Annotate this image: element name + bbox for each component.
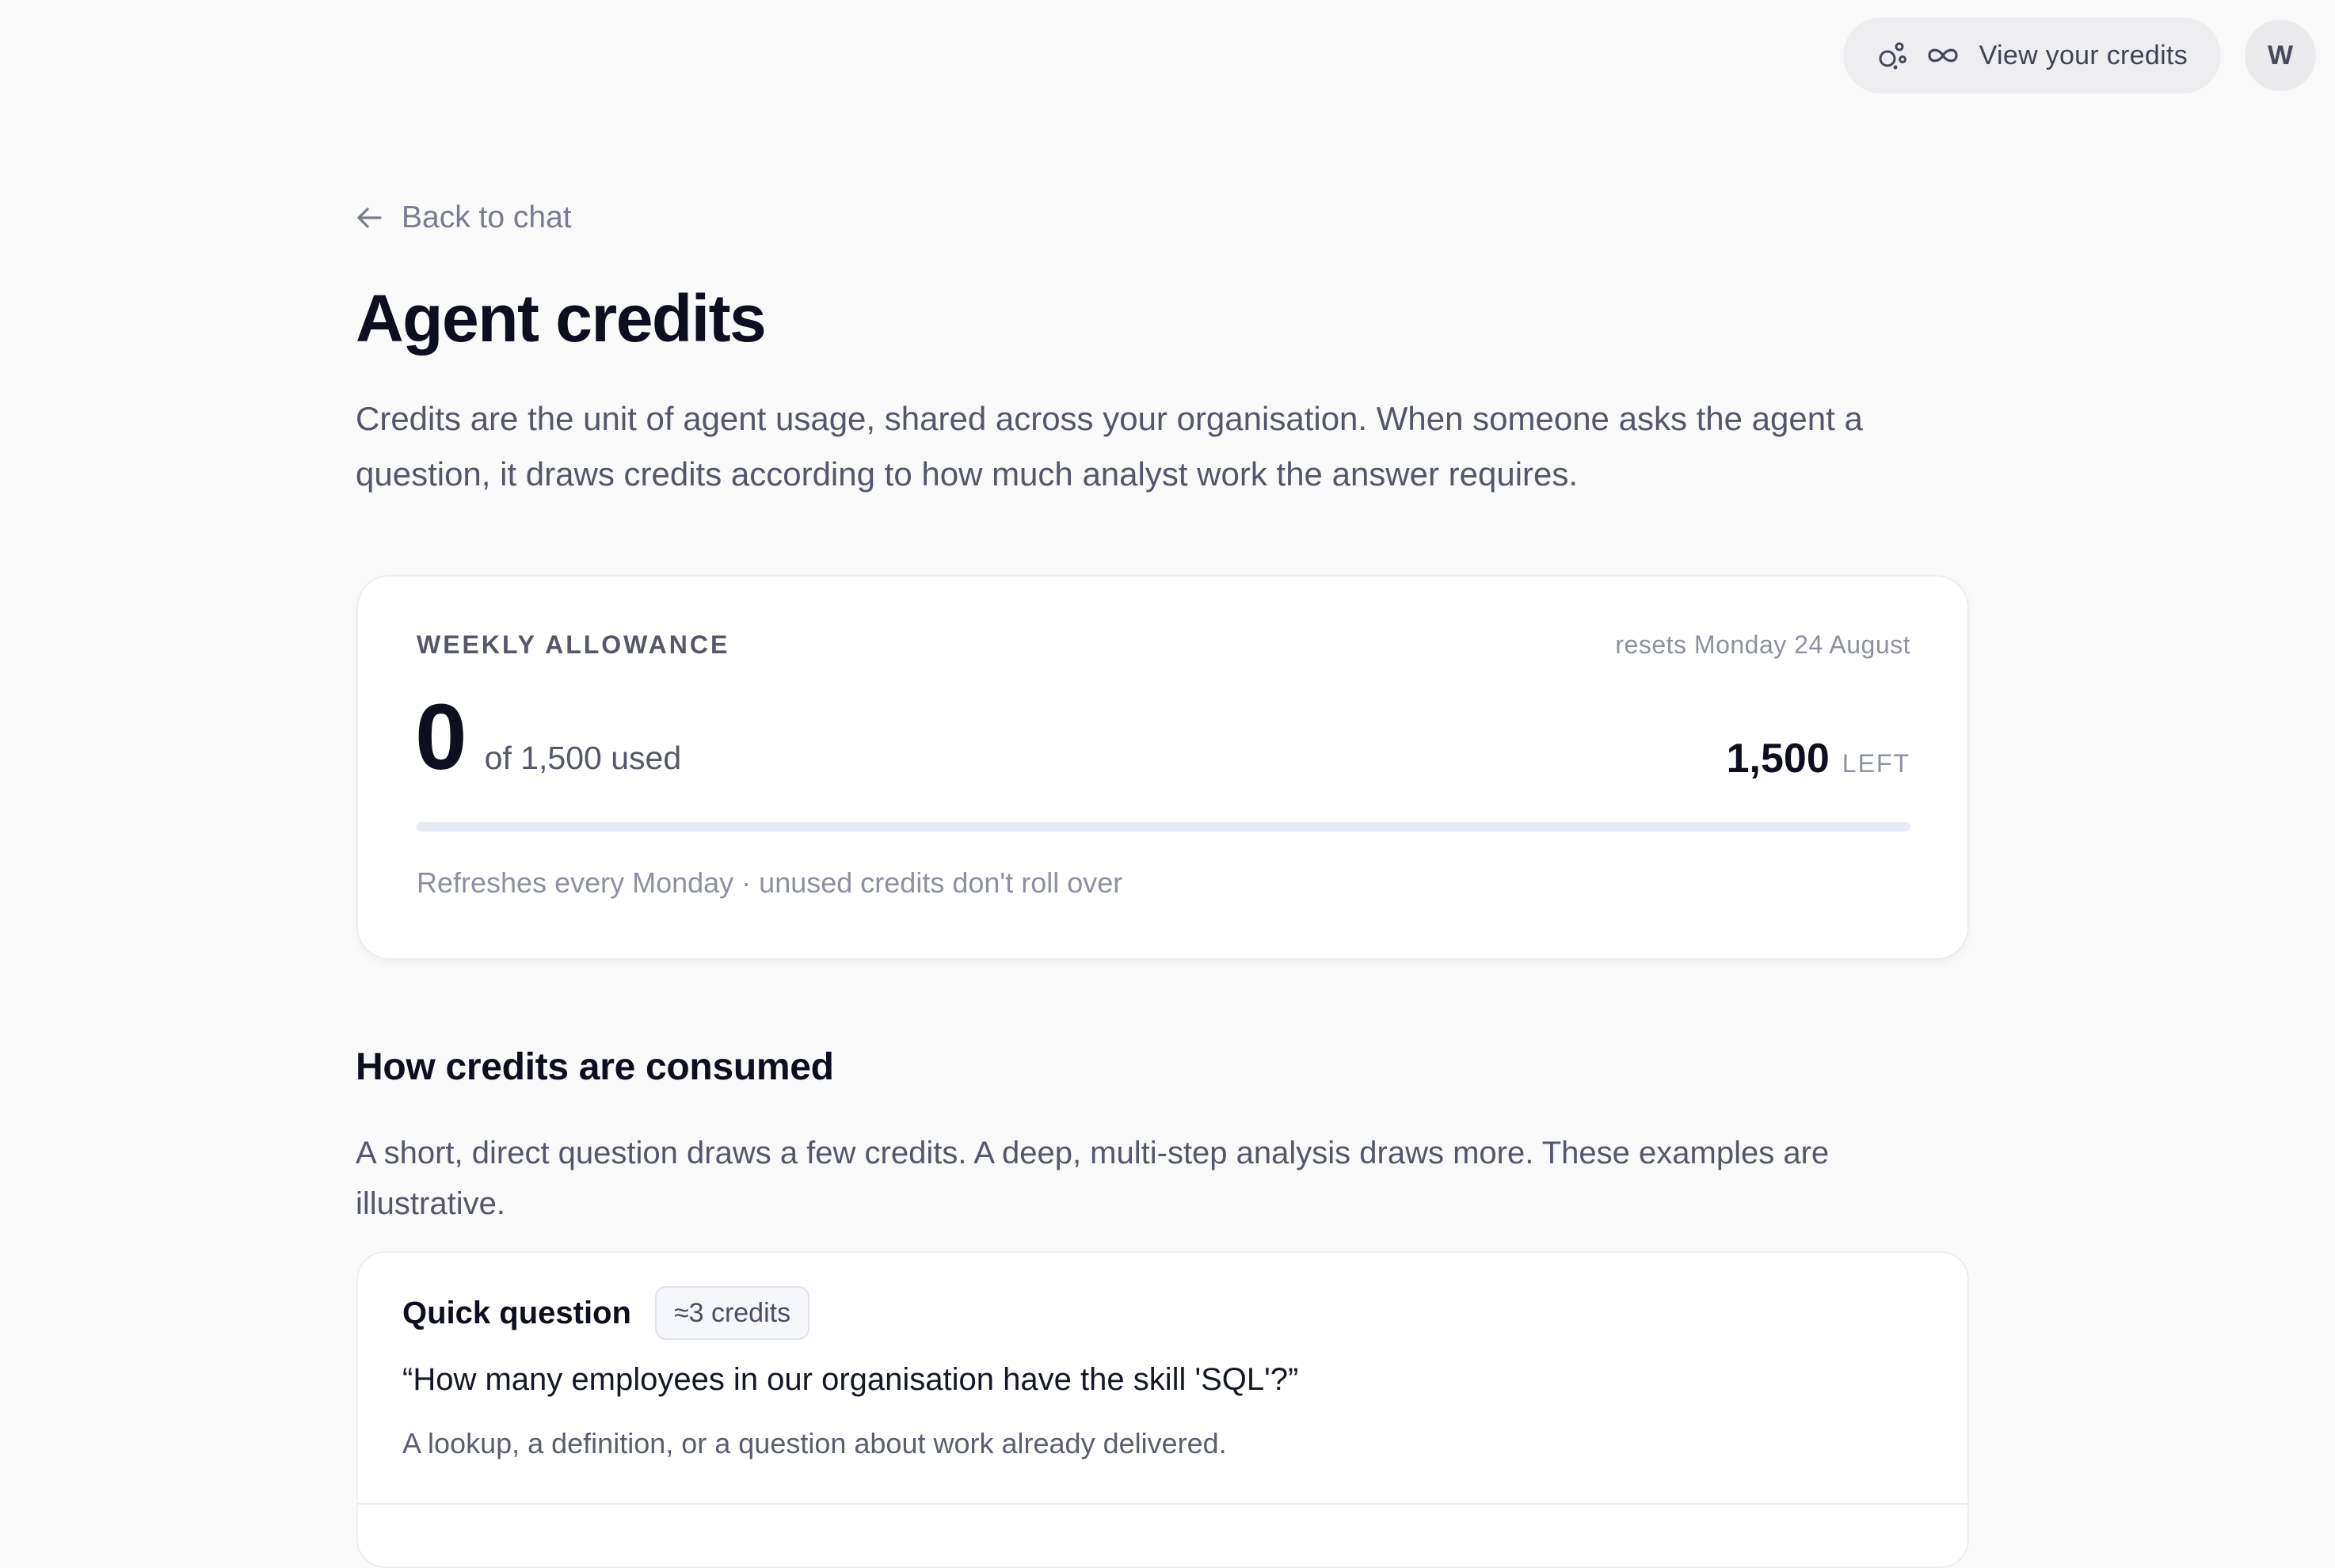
weekly-allowance-card: WEEKLY ALLOWANCE resets Monday 24 August…	[356, 575, 1969, 960]
page-title: Agent credits	[356, 281, 767, 356]
remaining-label: LEFT	[1842, 749, 1910, 778]
example-card-quick-question: Quick question ≈3 credits “How many empl…	[356, 1251, 1969, 1568]
main-content: Back to chat Agent credits Credits are t…	[356, 193, 1971, 1568]
section-title: How credits are consumed	[356, 1046, 834, 1088]
sparkle-icon	[1878, 40, 1910, 71]
back-to-chat-label: Back to chat	[402, 200, 572, 234]
used-count: 0	[415, 685, 467, 790]
example-divider	[358, 1503, 1967, 1505]
allowance-label: WEEKLY ALLOWANCE	[417, 630, 730, 659]
remaining-summary: 1,500 LEFT	[1727, 735, 1910, 782]
section-description: A short, direct question draws a few cre…	[356, 1136, 1830, 1221]
example-header: Quick question ≈3 credits	[402, 1286, 810, 1340]
page-description: Credits are the unit of agent usage, sha…	[356, 400, 1863, 493]
usage-progress-bar	[417, 822, 1910, 832]
example-quote: “How many employees in our organisation …	[402, 1362, 1299, 1397]
remaining-count: 1,500	[1726, 736, 1830, 782]
example-note: A lookup, a definition, or a question ab…	[402, 1427, 1227, 1460]
avatar[interactable]: W	[2245, 20, 2316, 91]
refresh-note: Refreshes every Monday · unused credits …	[417, 866, 1123, 899]
example-title: Quick question	[402, 1295, 631, 1330]
top-bar: View your credits W	[1842, 17, 2316, 93]
used-summary: 0 of 1,500 used	[415, 691, 681, 784]
back-to-chat-link[interactable]: Back to chat	[356, 193, 1971, 242]
view-credits-button[interactable]: View your credits	[1842, 17, 2221, 93]
view-credits-label: View your credits	[1979, 40, 2188, 70]
infinity-icon	[1927, 46, 1959, 65]
credit-cost-badge: ≈3 credits	[654, 1286, 810, 1340]
reset-date: resets Monday 24 August	[1615, 630, 1910, 659]
arrow-left-icon	[356, 206, 383, 230]
used-total-text: of 1,500 used	[484, 740, 682, 776]
